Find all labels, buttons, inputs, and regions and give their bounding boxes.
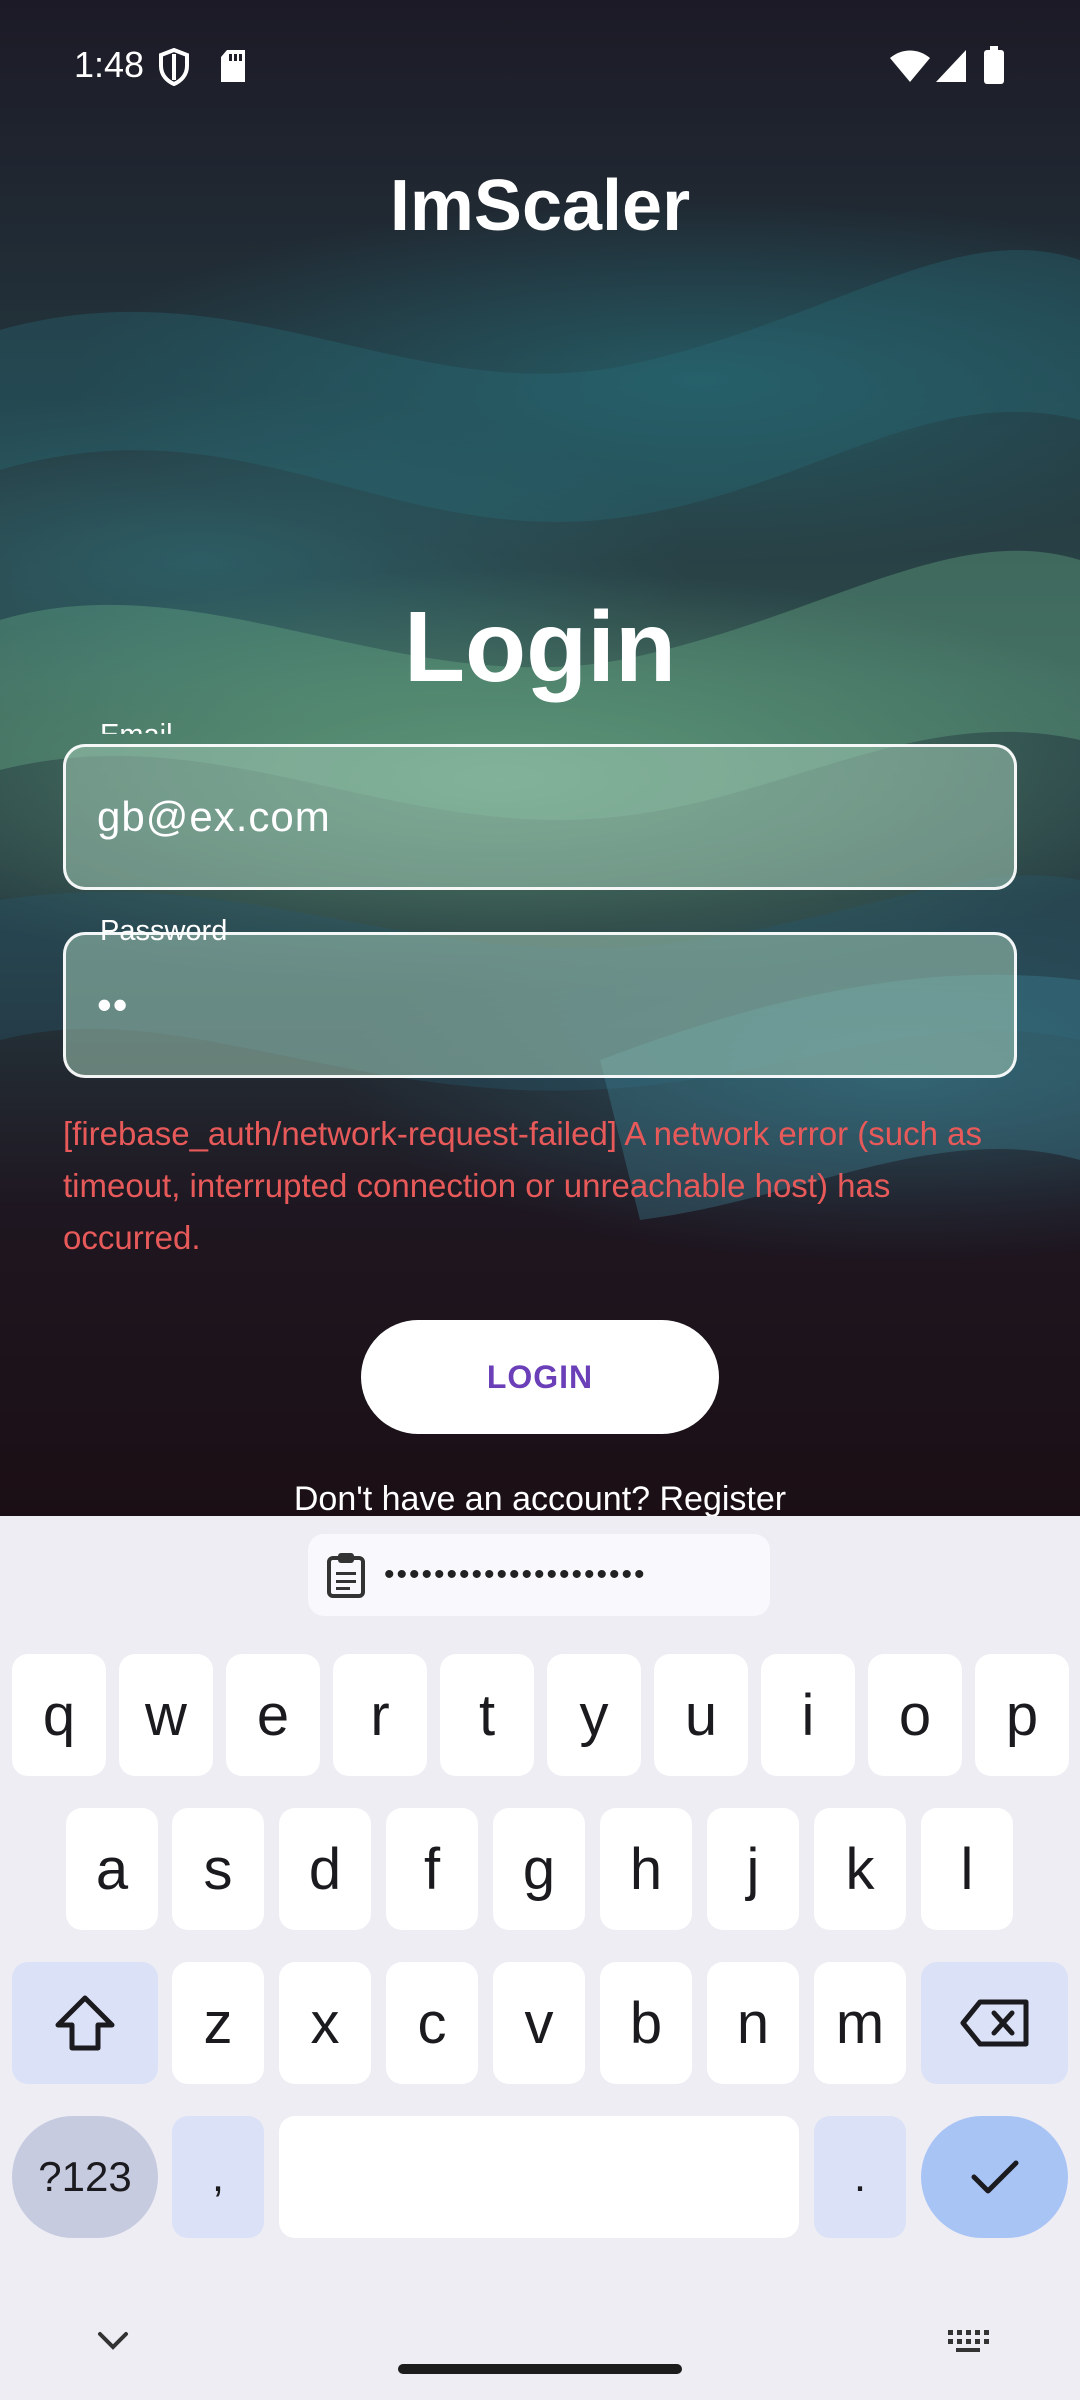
key-g[interactable]: g [493, 1808, 585, 1930]
login-heading: Login [403, 591, 677, 703]
key-c[interactable]: c [386, 1962, 478, 2084]
backspace-icon [960, 1999, 1028, 2047]
wifi-icon [890, 50, 930, 82]
key-n[interactable]: n [707, 1962, 799, 2084]
backspace-key[interactable] [921, 1962, 1068, 2084]
key-b[interactable]: b [600, 1962, 692, 2084]
key-w[interactable]: w [119, 1654, 213, 1776]
shield-icon [159, 48, 189, 86]
keyboard-switch-icon[interactable] [946, 2328, 990, 2354]
clipboard-suggestion[interactable]: ••••••••••••••••••••• [308, 1534, 770, 1616]
battery-icon [984, 46, 1004, 84]
register-link[interactable]: Don't have an account? Register [0, 1480, 1080, 1516]
key-y[interactable]: y [547, 1654, 641, 1776]
comma-key[interactable]: , [172, 2116, 264, 2238]
key-k[interactable]: k [814, 1808, 906, 1930]
keyboard: ••••••••••••••••••••• q w e r t y u i o … [0, 1516, 1080, 2400]
key-t[interactable]: t [440, 1654, 534, 1776]
status-time: 1:48 [74, 44, 145, 85]
key-m[interactable]: m [814, 1962, 906, 2084]
key-o[interactable]: o [868, 1654, 962, 1776]
password-field[interactable]: Password •• [63, 915, 1017, 1078]
key-p[interactable]: p [975, 1654, 1069, 1776]
error-message: [firebase_auth/network-request-failed] A… [63, 1115, 982, 1256]
shift-icon [55, 1995, 115, 2051]
key-d[interactable]: d [279, 1808, 371, 1930]
key-a[interactable]: a [66, 1808, 158, 1930]
clipboard-icon [327, 1553, 365, 1598]
checkmark-icon [971, 2160, 1018, 2194]
key-q[interactable]: q [12, 1654, 106, 1776]
enter-key[interactable] [921, 2116, 1068, 2238]
email-value: gb@ex.com [97, 793, 331, 840]
password-label: Password [100, 915, 228, 947]
space-key[interactable] [279, 2116, 799, 2238]
period-key[interactable]: . [814, 2116, 906, 2238]
key-v[interactable]: v [493, 1962, 585, 2084]
key-x[interactable]: x [279, 1962, 371, 2084]
signal-icon [936, 50, 966, 82]
chevron-down-icon[interactable] [96, 2330, 130, 2352]
key-l[interactable]: l [921, 1808, 1013, 1930]
key-f[interactable]: f [386, 1808, 478, 1930]
suggestion-text: ••••••••••••••••••••• [384, 1558, 647, 1591]
key-z[interactable]: z [172, 1962, 264, 2084]
app-screen: 1:48 ImScaler Login Email gb@ex.com Pass… [0, 0, 1080, 1516]
login-button[interactable]: LOGIN [361, 1320, 719, 1434]
key-r[interactable]: r [333, 1654, 427, 1776]
sd-card-icon [221, 50, 245, 82]
shift-key[interactable] [12, 1962, 158, 2084]
app-title: ImScaler [389, 166, 691, 246]
key-e[interactable]: e [226, 1654, 320, 1776]
password-value: •• [97, 981, 129, 1028]
home-indicator[interactable] [398, 2364, 682, 2374]
key-s[interactable]: s [172, 1808, 264, 1930]
key-j[interactable]: j [707, 1808, 799, 1930]
key-i[interactable]: i [761, 1654, 855, 1776]
email-field[interactable]: Email gb@ex.com [63, 719, 1017, 890]
key-u[interactable]: u [654, 1654, 748, 1776]
symbols-key[interactable]: ?123 [12, 2116, 158, 2238]
status-bar: 1:48 [0, 0, 1080, 130]
key-h[interactable]: h [600, 1808, 692, 1930]
